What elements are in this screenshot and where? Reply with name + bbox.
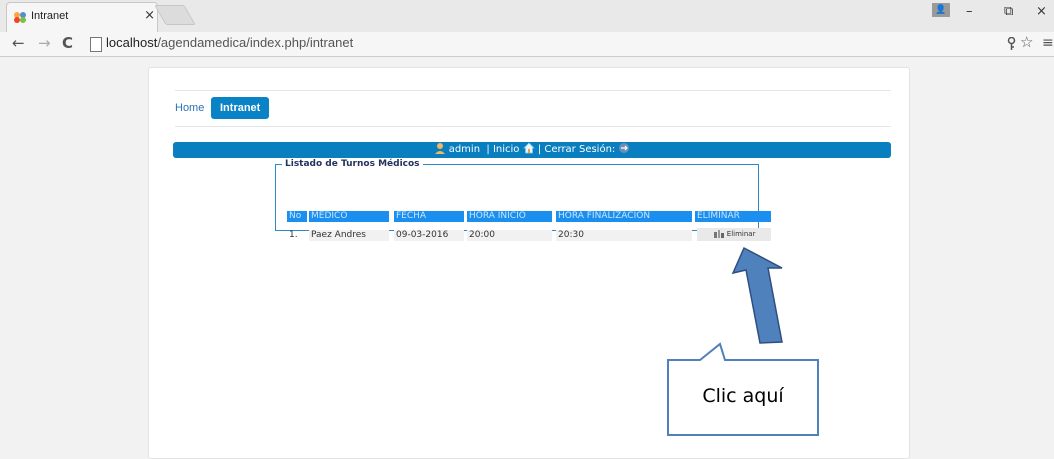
callout-annotation: [667, 246, 819, 436]
callout-label: Clic aquí: [702, 385, 784, 407]
up-arrow-icon: [731, 246, 783, 344]
